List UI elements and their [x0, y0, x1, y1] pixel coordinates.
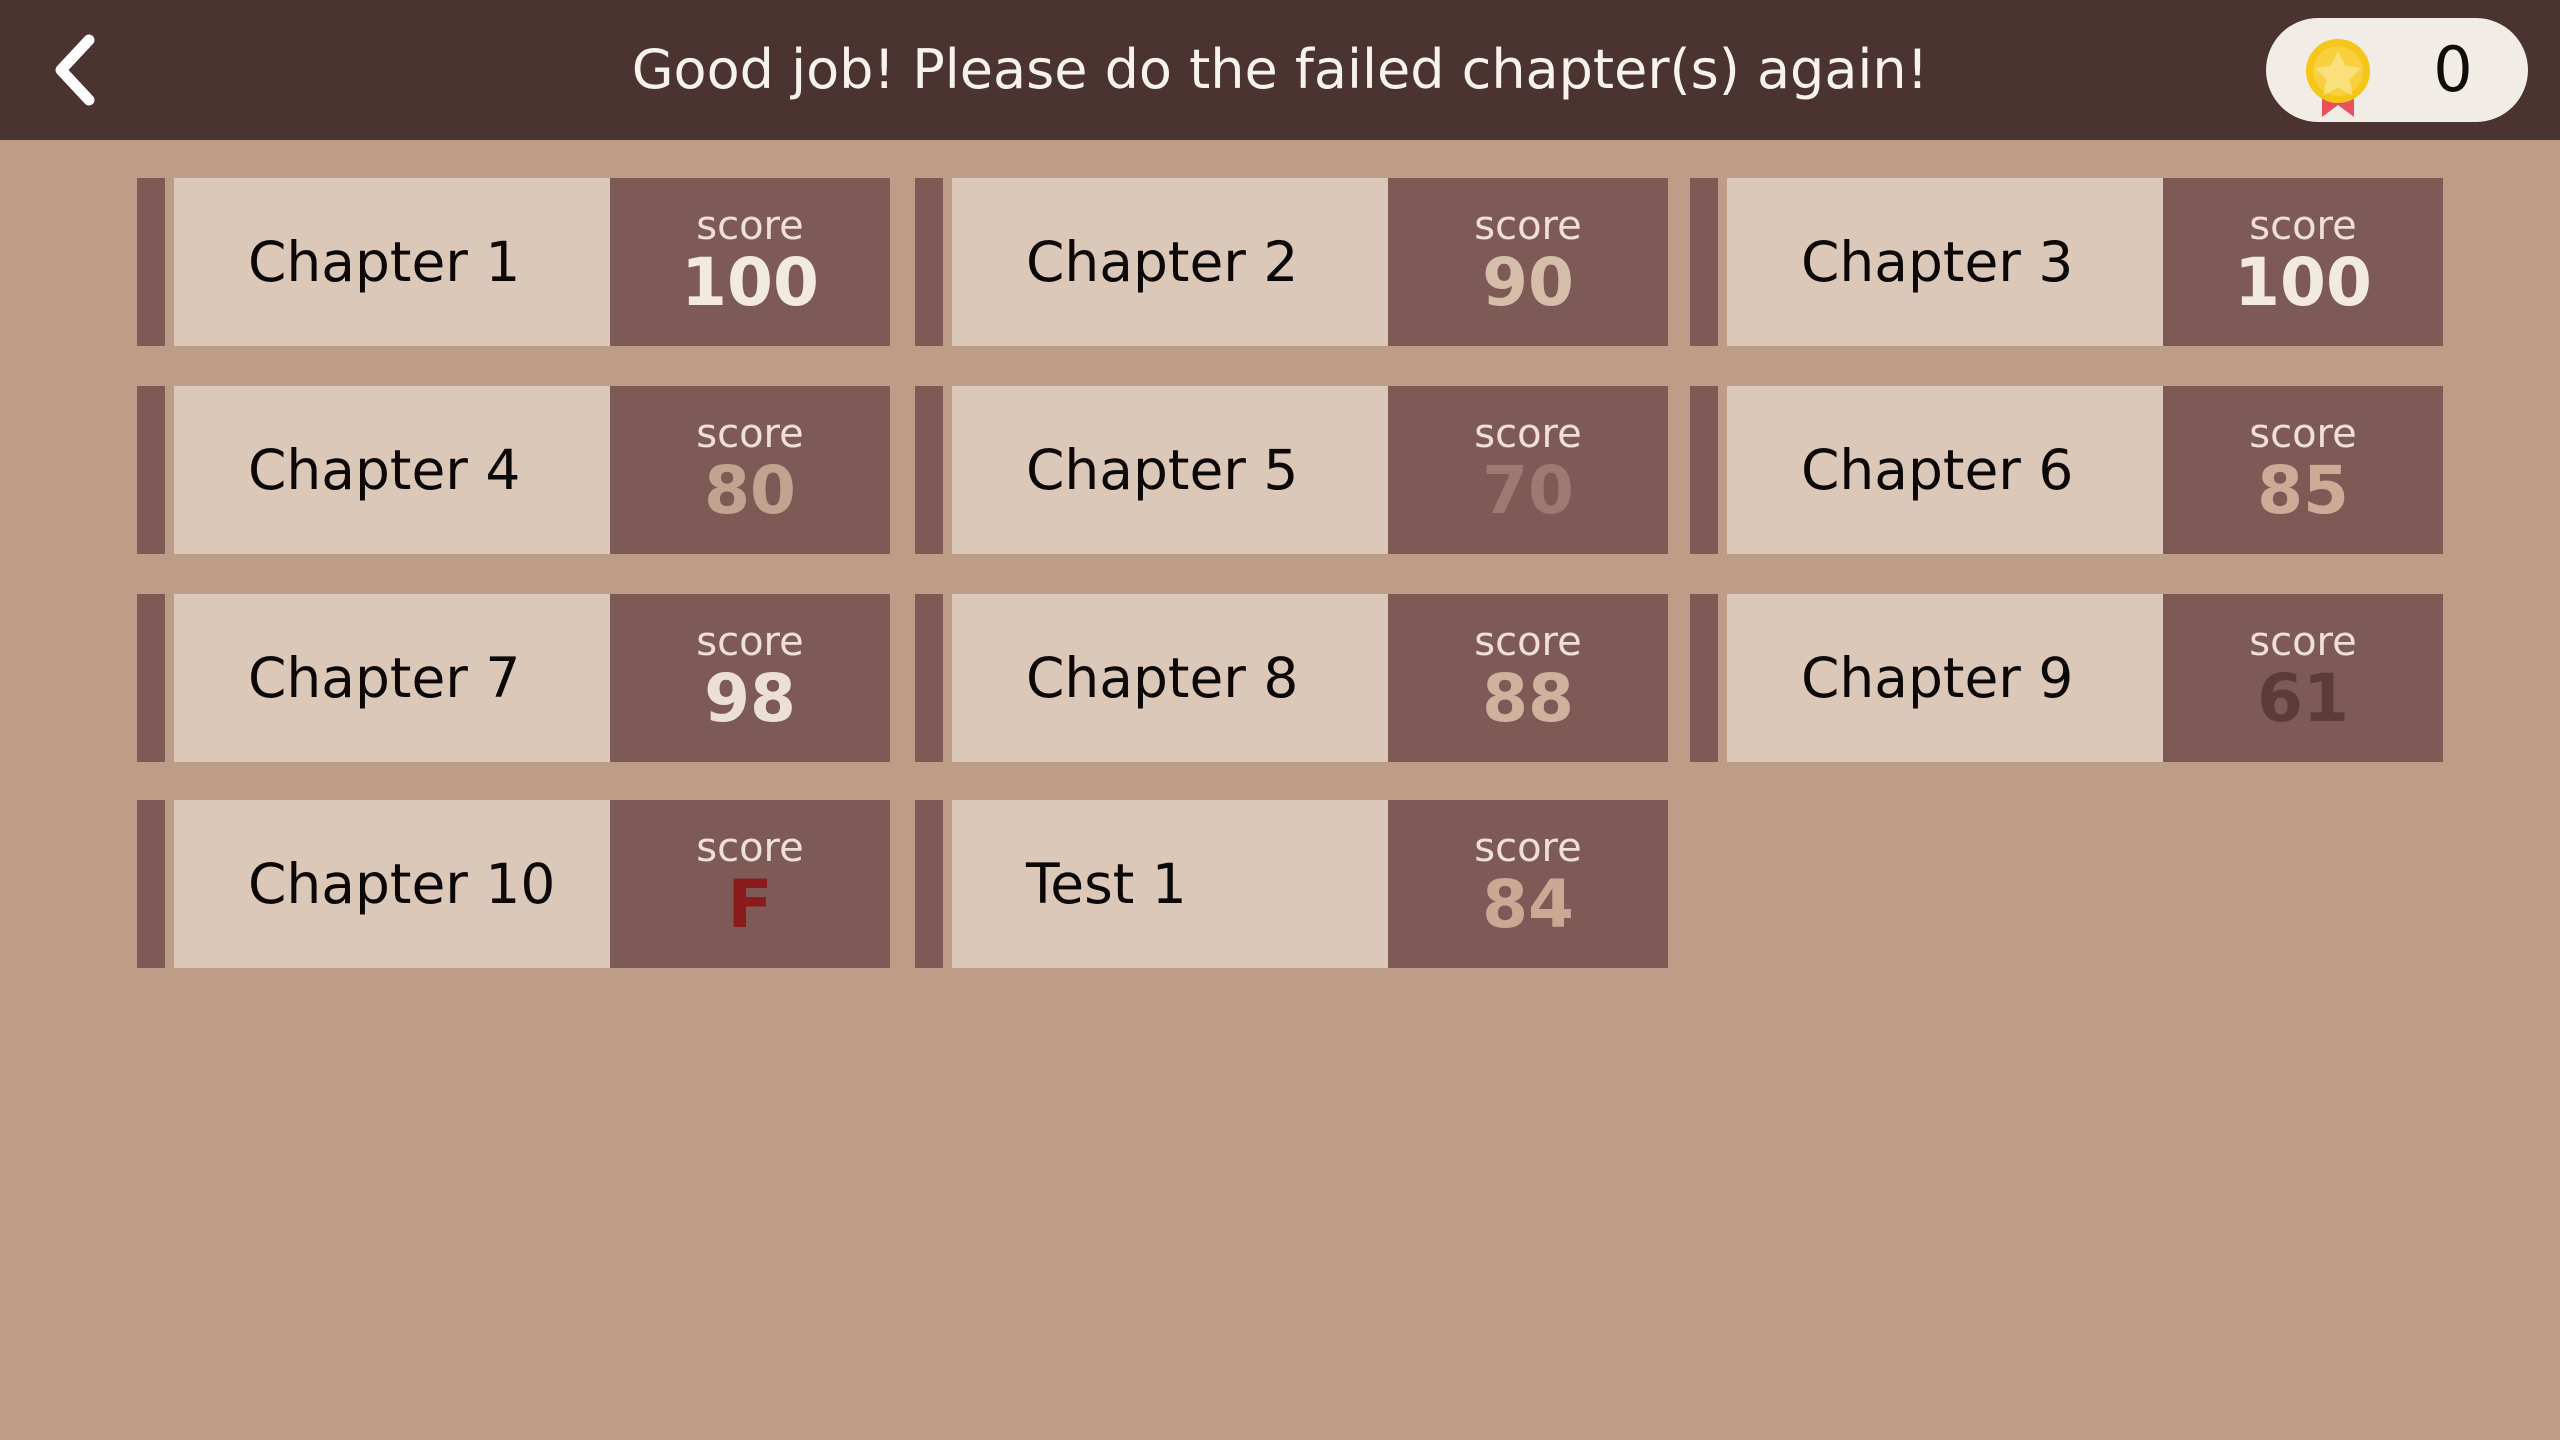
chapter-label: Chapter 2	[1026, 230, 1299, 294]
card-accent-gap	[1718, 178, 1727, 346]
score-caption: score	[696, 619, 804, 666]
score-value: 100	[2234, 244, 2372, 322]
score-panel: score 70	[1388, 386, 1668, 554]
card-body: Chapter 3	[1727, 178, 2163, 346]
card-accent-bar	[1690, 594, 1718, 762]
chapter-label: Chapter 8	[1026, 646, 1299, 710]
score-panel: score 90	[1388, 178, 1668, 346]
score-value: 84	[1482, 866, 1574, 944]
score-caption: score	[2249, 619, 2357, 666]
score-caption: score	[1474, 411, 1582, 458]
chapter-label: Chapter 6	[1801, 438, 2074, 502]
medal-badge[interactable]: 0	[2266, 18, 2528, 122]
score-caption: score	[696, 411, 804, 458]
card-accent-bar	[137, 800, 165, 968]
card-body: Chapter 2	[952, 178, 1388, 346]
card-accent-gap	[165, 178, 174, 346]
chapter-label: Test 1	[1026, 852, 1187, 916]
score-value: 80	[704, 452, 796, 530]
score-value: 61	[2257, 660, 2349, 738]
card-body: Test 1	[952, 800, 1388, 968]
chapter-label: Chapter 5	[1026, 438, 1299, 502]
score-panel: score 84	[1388, 800, 1668, 968]
score-panel: score 80	[610, 386, 890, 554]
card-accent-bar	[137, 594, 165, 762]
card-body: Chapter 1	[174, 178, 610, 346]
score-caption: score	[1474, 825, 1582, 872]
chapter-label: Chapter 7	[248, 646, 521, 710]
chapter-card[interactable]: Chapter 7 score 98	[137, 594, 890, 762]
chapter-grid: Chapter 1 score 100 Chapter 2 score 90 Chapter…	[0, 140, 2560, 1440]
medal-count: 0	[2433, 33, 2473, 106]
score-value: 90	[1482, 244, 1574, 322]
card-body: Chapter 10	[174, 800, 610, 968]
card-accent-bar	[137, 386, 165, 554]
score-caption: score	[696, 203, 804, 250]
card-accent-gap	[1718, 594, 1727, 762]
chapter-card[interactable]: Chapter 1 score 100	[137, 178, 890, 346]
card-body: Chapter 8	[952, 594, 1388, 762]
score-caption: score	[696, 825, 804, 872]
chapter-label: Chapter 9	[1801, 646, 2074, 710]
medal-star-icon	[2292, 27, 2384, 119]
score-panel: score 61	[2163, 594, 2443, 762]
chapter-label: Chapter 3	[1801, 230, 2074, 294]
score-value: 88	[1482, 660, 1574, 738]
score-caption: score	[1474, 203, 1582, 250]
score-panel: score 98	[610, 594, 890, 762]
card-accent-gap	[165, 386, 174, 554]
card-accent-gap	[943, 594, 952, 762]
score-value: 70	[1482, 452, 1574, 530]
card-body: Chapter 5	[952, 386, 1388, 554]
card-accent-bar	[915, 594, 943, 762]
chapter-label: Chapter 1	[248, 230, 521, 294]
score-caption: score	[2249, 203, 2357, 250]
score-value: 85	[2257, 452, 2349, 530]
card-accent-bar	[1690, 178, 1718, 346]
score-panel: score 85	[2163, 386, 2443, 554]
card-accent-bar	[915, 386, 943, 554]
card-accent-bar	[1690, 386, 1718, 554]
chapter-card[interactable]: Chapter 8 score 88	[915, 594, 1668, 762]
chapter-card[interactable]: Chapter 2 score 90	[915, 178, 1668, 346]
card-accent-bar	[915, 800, 943, 968]
back-button[interactable]	[10, 0, 140, 140]
score-value: 98	[704, 660, 796, 738]
card-body: Chapter 6	[1727, 386, 2163, 554]
card-accent-bar	[915, 178, 943, 346]
chapter-card[interactable]: Chapter 9 score 61	[1690, 594, 2443, 762]
chapter-label: Chapter 4	[248, 438, 521, 502]
score-panel: score F	[610, 800, 890, 968]
chapter-card[interactable]: Chapter 10 score F	[137, 800, 890, 968]
score-panel: score 100	[610, 178, 890, 346]
chapter-label: Chapter 10	[248, 852, 556, 916]
chapter-card[interactable]: Test 1 score 84	[915, 800, 1668, 968]
card-accent-gap	[943, 178, 952, 346]
chapter-card[interactable]: Chapter 6 score 85	[1690, 386, 2443, 554]
card-body: Chapter 9	[1727, 594, 2163, 762]
card-accent-gap	[943, 800, 952, 968]
score-caption: score	[2249, 411, 2357, 458]
score-value-failed: F	[727, 866, 773, 944]
card-body: Chapter 4	[174, 386, 610, 554]
card-accent-gap	[165, 594, 174, 762]
card-accent-gap	[1718, 386, 1727, 554]
app-header: Good job! Please do the failed chapter(s…	[0, 0, 2560, 140]
card-accent-gap	[165, 800, 174, 968]
score-caption: score	[1474, 619, 1582, 666]
chapter-card[interactable]: Chapter 4 score 80	[137, 386, 890, 554]
card-accent-gap	[943, 386, 952, 554]
card-body: Chapter 7	[174, 594, 610, 762]
chevron-left-icon	[49, 32, 101, 108]
score-panel: score 88	[1388, 594, 1668, 762]
chapter-card[interactable]: Chapter 5 score 70	[915, 386, 1668, 554]
header-title: Good job! Please do the failed chapter(s…	[631, 38, 1929, 101]
score-panel: score 100	[2163, 178, 2443, 346]
chapter-card[interactable]: Chapter 3 score 100	[1690, 178, 2443, 346]
score-value: 100	[681, 244, 819, 322]
card-accent-bar	[137, 178, 165, 346]
